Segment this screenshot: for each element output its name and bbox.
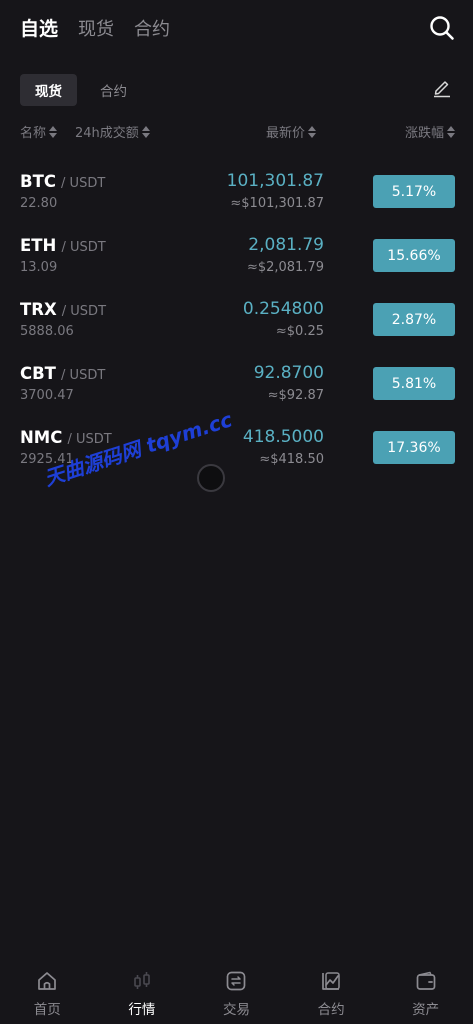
- pair-symbol: BTC / USDT: [20, 172, 105, 191]
- tab-favorites[interactable]: 自选: [20, 14, 58, 41]
- sub-tabs: 现货 合约: [20, 74, 142, 106]
- column-change-label: 涨跌幅: [404, 126, 444, 141]
- nav-market-label: 行情: [128, 1002, 156, 1018]
- sort-name[interactable]: 名称: [20, 122, 58, 141]
- sort-icon: [141, 125, 150, 138]
- fiat-price: ≈$0.25: [275, 324, 324, 339]
- last-price: 92.8700: [253, 363, 324, 383]
- base-asset: CBT: [20, 364, 56, 383]
- last-price: 2,081.79: [248, 235, 324, 255]
- exchange-icon: [227, 971, 246, 991]
- change-badge[interactable]: 2.87%: [373, 303, 455, 336]
- sort-icon: [49, 125, 58, 138]
- column-header: 名称 24h成交额 最新价 涨跌幅: [20, 122, 455, 141]
- sort-price[interactable]: 最新价: [266, 122, 317, 141]
- base-asset: BTC: [20, 172, 56, 191]
- search-icon[interactable]: [429, 15, 455, 41]
- last-price: 418.5000: [242, 427, 324, 447]
- loading-spinner: [197, 464, 225, 492]
- sort-icon: [447, 125, 455, 138]
- candlestick-icon: [134, 972, 150, 989]
- column-volume-label: 24h成交额: [75, 126, 139, 141]
- nav-home[interactable]: 首页: [0, 964, 95, 1024]
- subtab-contract[interactable]: 合约: [85, 74, 142, 106]
- fiat-price: ≈$2,081.79: [246, 260, 324, 275]
- change-badge[interactable]: 5.81%: [373, 367, 455, 400]
- volume-value: 5888.06: [20, 324, 74, 339]
- last-price: 101,301.87: [226, 171, 324, 191]
- quote-asset: / USDT: [61, 240, 106, 255]
- base-asset: ETH: [20, 236, 57, 255]
- tab-spot[interactable]: 现货: [78, 15, 114, 41]
- column-name-label: 名称: [20, 126, 47, 141]
- change-badge[interactable]: 5.17%: [373, 175, 455, 208]
- bottom-nav: 首页 行情 交易 合约 资产: [0, 964, 473, 1024]
- nav-market[interactable]: 行情: [95, 964, 190, 1024]
- column-price-label: 最新价: [266, 126, 306, 141]
- sort-volume[interactable]: 24h成交额: [75, 122, 150, 141]
- fiat-price: ≈$418.50: [259, 452, 324, 467]
- quote-asset: / USDT: [61, 368, 106, 383]
- nav-assets[interactable]: 资产: [378, 964, 473, 1024]
- nav-trade-label: 交易: [222, 1002, 250, 1018]
- change-badge[interactable]: 15.66%: [373, 239, 455, 272]
- home-icon: [38, 972, 57, 990]
- nav-trade[interactable]: 交易: [189, 964, 284, 1024]
- change-badge[interactable]: 17.36%: [373, 431, 455, 464]
- sort-icon: [308, 125, 317, 138]
- contract-chart-icon: [322, 972, 340, 990]
- market-row[interactable]: ETH / USDT 13.09 2,081.79 ≈$2,081.79 15.…: [20, 235, 455, 286]
- volume-value: 3700.47: [20, 388, 74, 403]
- nav-assets-label: 资产: [412, 1002, 440, 1018]
- tab-contract[interactable]: 合约: [134, 15, 170, 41]
- market-row[interactable]: BTC / USDT 22.80 101,301.87 ≈$101,301.87…: [20, 171, 455, 222]
- nav-home-label: 首页: [33, 1002, 61, 1018]
- sort-change[interactable]: 涨跌幅: [405, 122, 455, 141]
- market-row[interactable]: CBT / USDT 3700.47 92.8700 ≈$92.87 5.81%: [20, 363, 455, 414]
- fiat-price: ≈$92.87: [267, 388, 324, 403]
- markets-page: 自选 现货 合约 现货 合约 名称 24h成交额 最新价 涨跌幅 BTC / U…: [0, 0, 473, 1024]
- subtab-spot[interactable]: 现货: [20, 74, 77, 106]
- volume-value: 13.09: [20, 260, 58, 275]
- market-row[interactable]: TRX / USDT 5888.06 0.254800 ≈$0.25 2.87%: [20, 299, 455, 350]
- pair-symbol: ETH / USDT: [20, 236, 106, 255]
- wallet-icon: [416, 971, 436, 990]
- quote-asset: / USDT: [61, 176, 106, 191]
- last-price: 0.254800: [242, 299, 324, 319]
- edit-icon[interactable]: [431, 76, 453, 98]
- base-asset: NMC: [20, 428, 63, 447]
- pair-symbol: CBT / USDT: [20, 364, 105, 383]
- pair-symbol: TRX / USDT: [20, 300, 106, 319]
- nav-contract-label: 合约: [317, 1002, 345, 1018]
- base-asset: TRX: [20, 300, 57, 319]
- top-tabs: 自选 现货 合约: [20, 14, 170, 41]
- quote-asset: / USDT: [61, 304, 107, 319]
- volume-value: 22.80: [20, 196, 58, 211]
- nav-contract[interactable]: 合约: [284, 964, 379, 1024]
- fiat-price: ≈$101,301.87: [230, 196, 324, 211]
